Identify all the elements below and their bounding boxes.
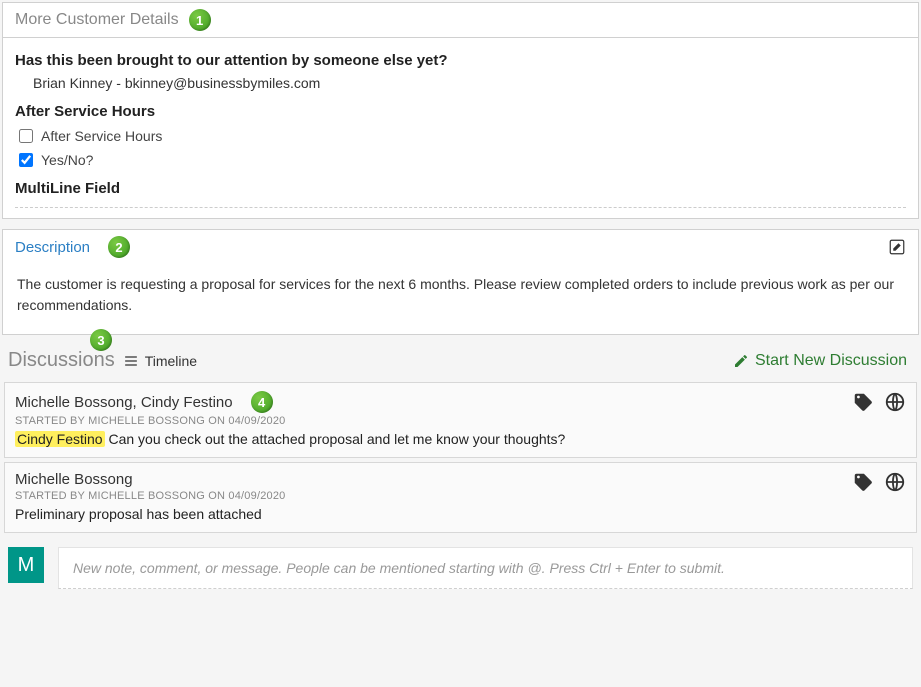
annotation-badge-2: 2 (108, 236, 130, 258)
message-text: Can you check out the attached proposal … (105, 431, 566, 447)
checkbox-after-hours[interactable] (19, 129, 33, 143)
annotation-badge-1: 1 (189, 9, 211, 31)
checkbox-after-hours-label: After Service Hours (41, 128, 162, 144)
customer-details-header: More Customer Details 1 (3, 3, 918, 38)
tag-icon[interactable] (852, 391, 874, 416)
participants-text: Michelle Bossong (15, 471, 133, 488)
globe-icon[interactable] (884, 391, 906, 416)
description-header: Description 2 (3, 230, 918, 264)
checkbox-yesno-row[interactable]: Yes/No? (15, 148, 906, 172)
pencil-square-icon (888, 238, 906, 256)
customer-details-title: More Customer Details (15, 11, 179, 29)
discussions-toolbar: Discussions Timeline Start New Discussio… (2, 345, 919, 378)
question-after-hours: After Service Hours (15, 103, 906, 120)
annotation-badge-4: 4 (251, 391, 273, 413)
divider (15, 207, 906, 208)
discussion-message: Preliminary proposal has been attached (15, 506, 906, 522)
mention-highlight: Cindy Festino (15, 431, 105, 447)
start-new-discussion-label: Start New Discussion (755, 352, 907, 370)
list-icon (123, 353, 139, 369)
customer-details-panel: More Customer Details 1 Has this been br… (2, 2, 919, 219)
checkbox-yesno-label: Yes/No? (41, 152, 93, 168)
discussion-participants: Michelle Bossong (15, 471, 906, 488)
discussion-item-icons (852, 391, 906, 416)
description-title: Description (15, 239, 90, 256)
compose-row: M New note, comment, or message. People … (2, 537, 919, 609)
start-new-discussion-button[interactable]: Start New Discussion (733, 352, 913, 370)
tag-icon[interactable] (852, 471, 874, 496)
discussion-meta: STARTED BY MICHELLE BOSSONG ON 04/09/202… (15, 490, 906, 502)
discussion-meta: STARTED BY MICHELLE BOSSONG ON 04/09/202… (15, 415, 906, 427)
description-body: The customer is requesting a proposal fo… (3, 264, 918, 334)
discussion-item[interactable]: Michelle Bossong, Cindy Festino 4 STARTE… (4, 382, 917, 458)
description-panel: Description 2 The customer is requesting… (2, 229, 919, 335)
message-text: Preliminary proposal has been attached (15, 506, 262, 522)
timeline-toggle[interactable]: Timeline (123, 353, 197, 369)
discussion-item-icons (852, 471, 906, 496)
question-attention: Has this been brought to our attention b… (15, 52, 906, 69)
checkbox-after-hours-row[interactable]: After Service Hours (15, 124, 906, 148)
avatar: M (8, 547, 44, 583)
compose-input[interactable]: New note, comment, or message. People ca… (58, 547, 913, 589)
participants-text: Michelle Bossong, Cindy Festino (15, 394, 233, 411)
checkbox-yesno[interactable] (19, 153, 33, 167)
discussion-participants: Michelle Bossong, Cindy Festino 4 (15, 391, 906, 413)
discussions-title: Discussions (4, 349, 115, 372)
timeline-label: Timeline (145, 353, 197, 369)
pencil-icon (733, 353, 749, 369)
discussion-item[interactable]: Michelle Bossong STARTED BY MICHELLE BOS… (4, 462, 917, 533)
question-multiline: MultiLine Field (15, 180, 906, 197)
customer-details-body: Has this been brought to our attention b… (3, 38, 918, 218)
discussion-message: Cindy Festino Can you check out the atta… (15, 431, 906, 447)
annotation-badge-3: 3 (90, 329, 112, 351)
discussions-section: 3 Discussions Timeline Start New Discuss… (2, 345, 919, 609)
globe-icon[interactable] (884, 471, 906, 496)
edit-description-button[interactable] (886, 236, 908, 258)
answer-attention: Brian Kinney - bkinney@businessbymiles.c… (15, 73, 906, 97)
